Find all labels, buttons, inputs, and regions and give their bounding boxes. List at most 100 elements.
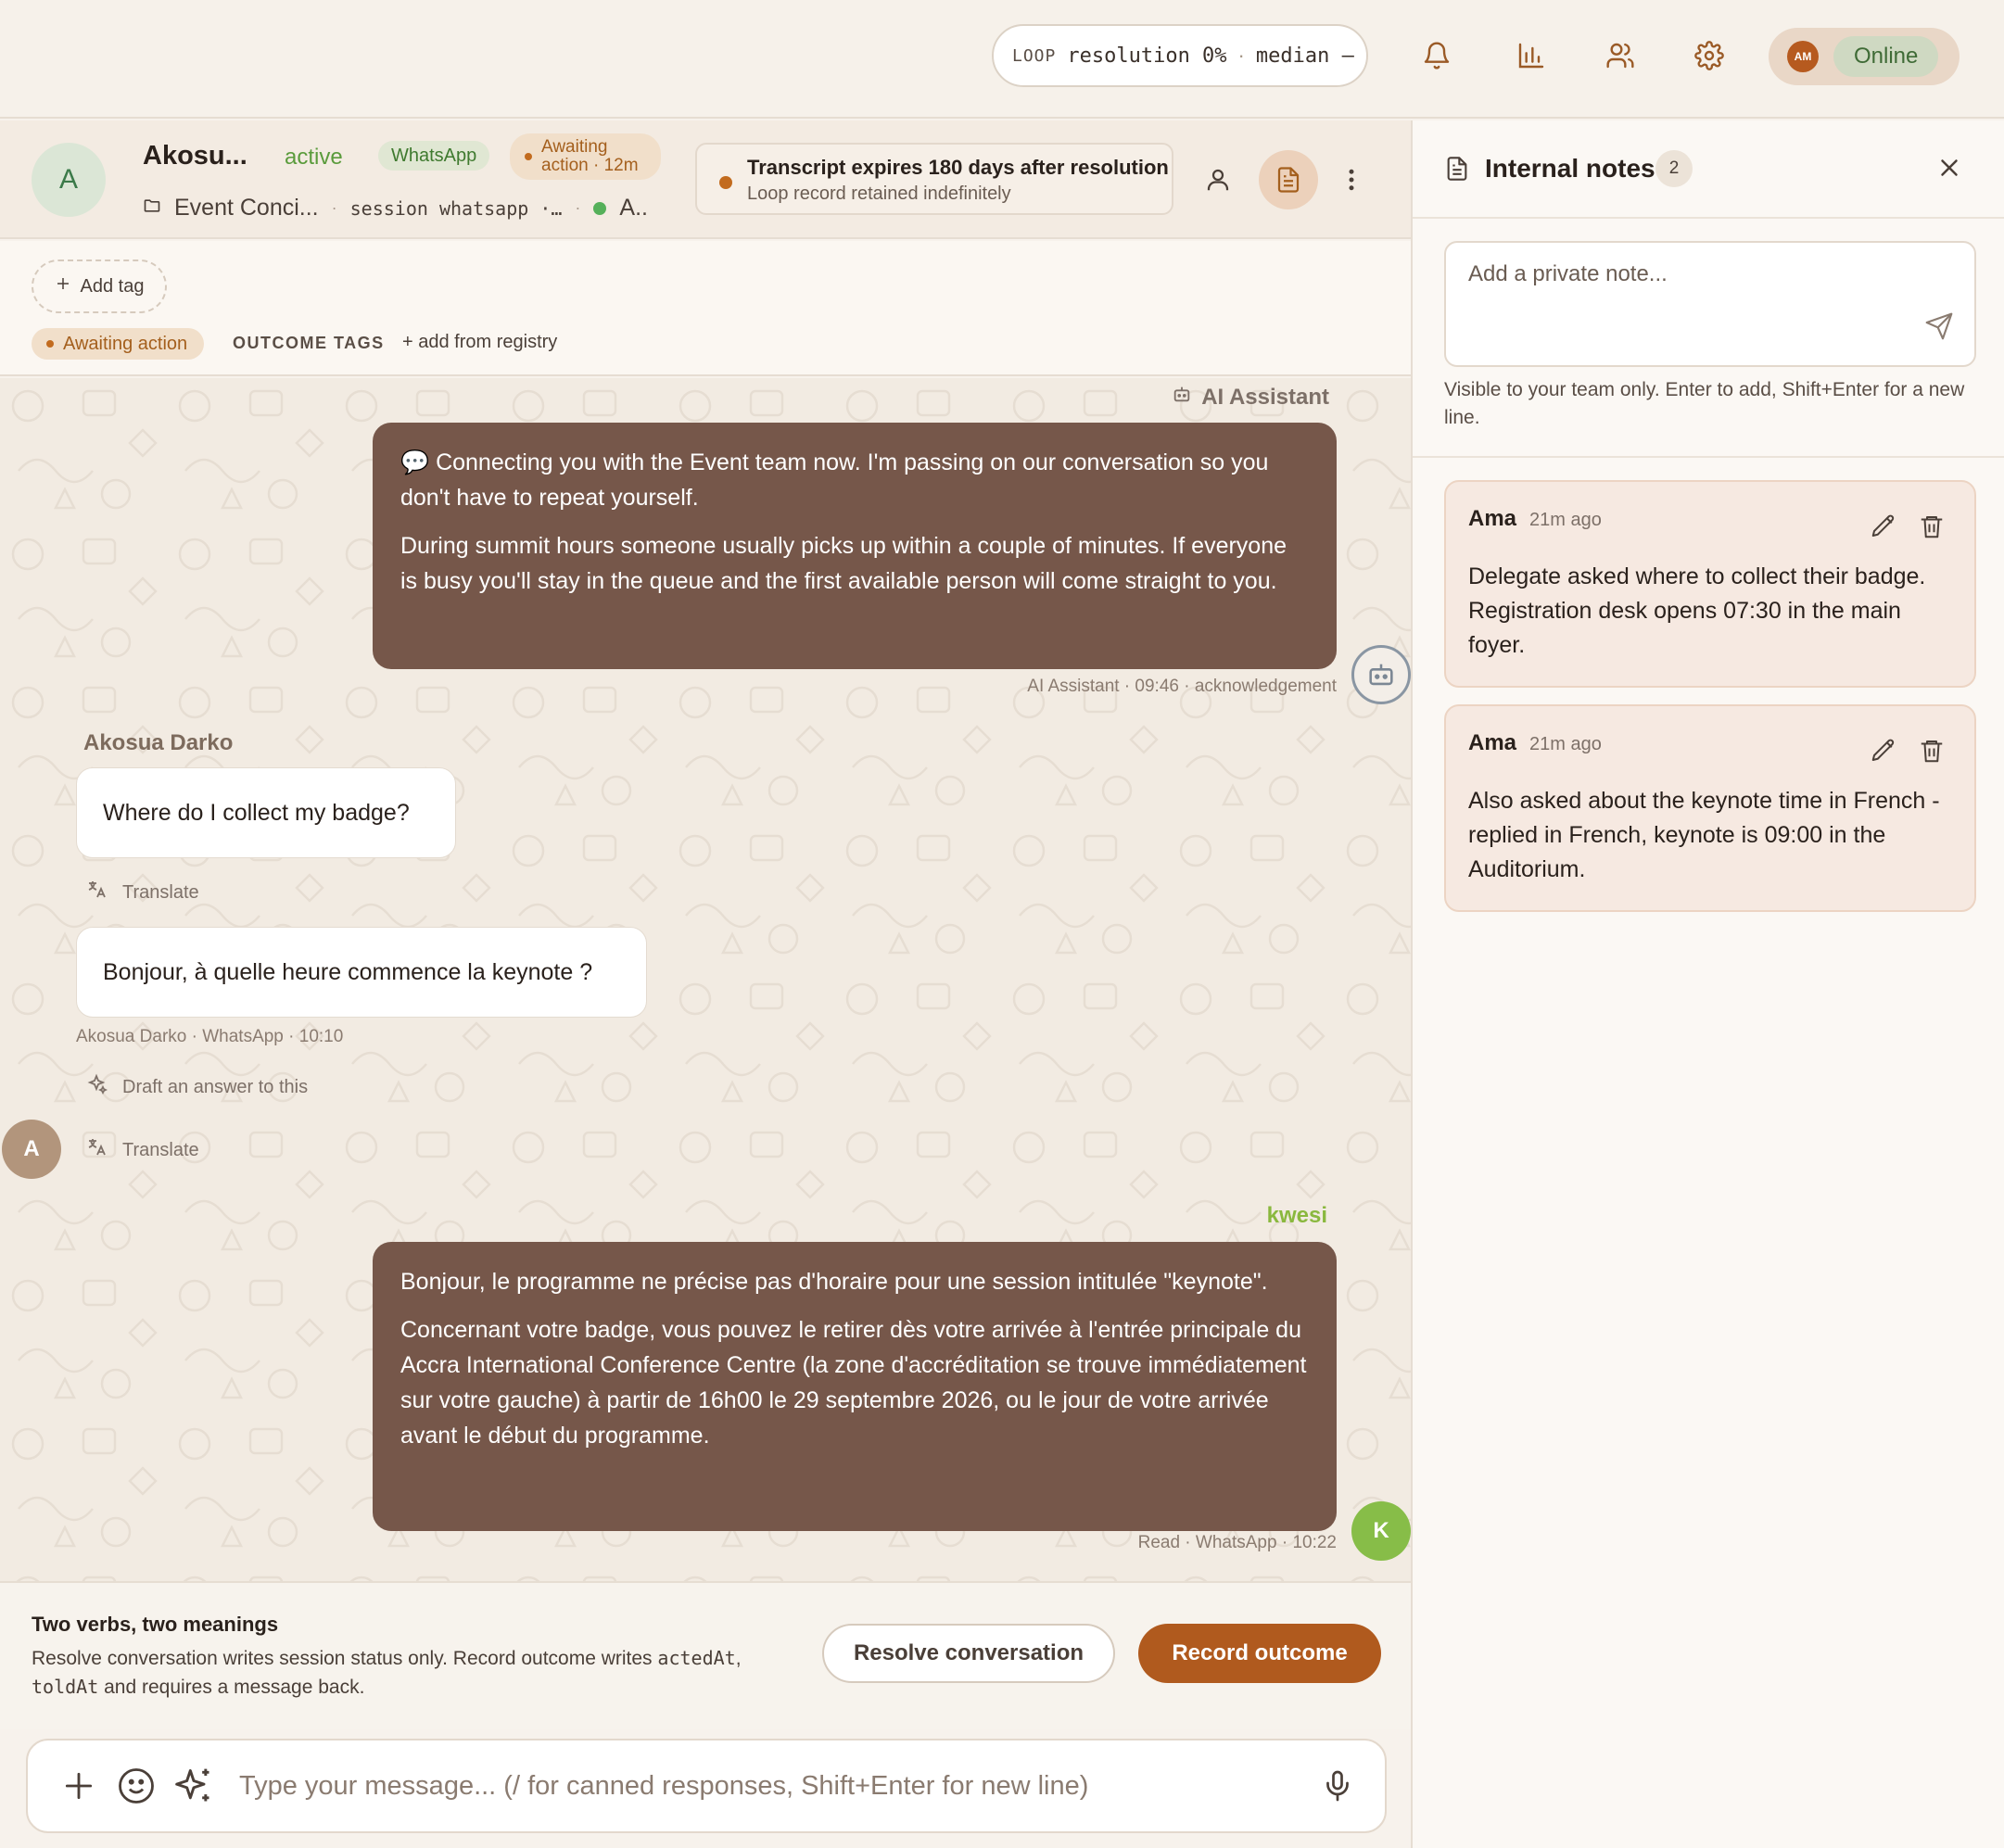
session-id: session whatsapp ·… — [349, 196, 563, 220]
customer-avatar: A — [2, 1120, 61, 1179]
code-told-at: toldAt — [32, 1676, 99, 1698]
note-time: 21m ago — [1529, 510, 1602, 530]
presence-toggle[interactable]: AM Online — [1769, 28, 1960, 85]
notes-panel-header: Internal notes 2 — [1413, 120, 2004, 219]
conversation-meta: Event Conci... · session whatsapp ·… · A… — [143, 195, 648, 222]
customer-message-meta: Akosua Darko · WhatsApp · 10:10 — [76, 1027, 344, 1046]
plus-icon — [55, 275, 71, 297]
conversation-status: active — [285, 145, 343, 170]
user-avatar: AM — [1787, 41, 1819, 72]
contact-profile-icon[interactable] — [1192, 154, 1244, 206]
add-tag-button[interactable]: Add tag — [32, 259, 167, 313]
note-card: Ama 21m ago Also asked about the keynote… — [1444, 704, 1976, 912]
add-from-registry-link[interactable]: + add from registry — [402, 332, 557, 353]
translate-button[interactable]: Translate — [85, 879, 199, 906]
ai-message-bubble[interactable]: 💬 Connecting you with the Event team now… — [373, 423, 1337, 669]
verbs-title: Two verbs, two meanings — [32, 1613, 279, 1636]
agent-message-para-2: Concernant votre badge, vous pouvez le r… — [400, 1317, 1307, 1449]
separator: · — [575, 198, 581, 217]
loop-resolution: resolution 0% — [1067, 44, 1227, 68]
loop-stats-pill[interactable]: LOOP resolution 0% · median — — [992, 24, 1368, 87]
separator: · — [331, 198, 337, 217]
agent-message-meta: Read · WhatsApp · 10:22 — [1137, 1533, 1337, 1552]
translate-label: Translate — [122, 881, 199, 903]
send-icon[interactable] — [1924, 311, 1954, 346]
verbs-desc-part-1: Resolve conversation writes session stat… — [32, 1648, 653, 1669]
message-input[interactable] — [222, 1770, 1309, 1802]
notes-hint: Visible to your team only. Enter to add,… — [1444, 379, 1965, 428]
internal-notes-panel: Internal notes 2 Visible to your team on… — [1411, 120, 2004, 1848]
online-dot — [593, 201, 607, 215]
robot-avatar-icon — [1351, 645, 1411, 704]
microphone-icon[interactable] — [1309, 1757, 1366, 1815]
channel-badge: WhatsApp — [378, 141, 490, 171]
translate-button[interactable]: Translate — [85, 1136, 199, 1164]
private-note-input[interactable] — [1468, 261, 1904, 287]
notes-toggle-icon[interactable] — [1259, 150, 1318, 209]
comma: , — [735, 1648, 742, 1669]
note-body: Delegate asked where to collect their ba… — [1468, 563, 1926, 658]
transcript-retention-notice: Transcript expires 180 days after resolu… — [695, 143, 1173, 215]
more-options-icon[interactable] — [1325, 154, 1377, 206]
note-input-container — [1444, 241, 1976, 367]
top-bar: LOOP resolution 0% · median — AM Online — [0, 0, 2004, 119]
outcome-tags-label: OUTCOME TAGS — [233, 334, 385, 352]
assignee-name: A.. — [619, 195, 648, 221]
code-acted-at: actedAt — [657, 1647, 736, 1669]
awaiting-action-tag[interactable]: Awaiting action — [32, 328, 205, 360]
emoji-icon[interactable] — [108, 1757, 165, 1815]
awaiting-action-label: Awaiting action — [63, 333, 188, 354]
tag-dot — [46, 340, 54, 348]
translate-icon — [85, 879, 108, 906]
loop-median: median — — [1255, 44, 1354, 68]
sparkle-icon — [85, 1073, 108, 1101]
agent-sender-label: kwesi — [1266, 1203, 1327, 1228]
edit-pencil-icon[interactable] — [1865, 732, 1902, 769]
awaiting-line-2: action · 12m — [541, 156, 639, 175]
inbox-name[interactable]: Event Conci... — [174, 195, 319, 222]
ai-message-meta: AI Assistant · 09:46 · acknowledgement — [1027, 677, 1337, 696]
conversation-header: A Akosu... active WhatsApp Awaiting actio… — [0, 120, 1411, 239]
loop-separator: · — [1237, 44, 1245, 67]
add-tag-label: Add tag — [80, 275, 145, 297]
gear-icon[interactable] — [1687, 33, 1731, 78]
robot-icon — [1172, 384, 1192, 411]
resolution-actions: Two verbs, two meanings Resolve conversa… — [0, 1581, 1411, 1729]
contact-name[interactable]: Akosu... — [143, 141, 247, 171]
note-body: Also asked about the keynote time in Fre… — [1468, 788, 1940, 882]
trash-icon[interactable] — [1913, 732, 1950, 769]
retention-dot — [719, 176, 732, 189]
close-icon[interactable] — [1935, 154, 1963, 186]
resolve-conversation-button[interactable]: Resolve conversation — [822, 1624, 1115, 1683]
ai-sender-name: AI Assistant — [1201, 384, 1329, 410]
composer-area — [0, 1729, 1411, 1848]
agent-avatar: K — [1351, 1501, 1411, 1561]
customer-message-bubble[interactable]: Bonjour, à quelle heure commence la keyn… — [76, 927, 647, 1018]
team-icon[interactable] — [1598, 33, 1643, 78]
attach-plus-icon[interactable] — [50, 1757, 108, 1815]
bell-icon[interactable] — [1414, 33, 1459, 78]
awaiting-badge: Awaiting action · 12m — [510, 133, 661, 180]
draft-answer-label: Draft an answer to this — [122, 1076, 309, 1097]
ai-message-para-1: 💬 Connecting you with the Event team now… — [400, 449, 1269, 511]
trash-icon[interactable] — [1913, 508, 1950, 545]
ai-sparkle-icon[interactable] — [165, 1757, 222, 1815]
status-dot — [525, 153, 532, 160]
transcript-expiry: Transcript expires 180 days after resolu… — [747, 156, 1169, 179]
status-badge: Online — [1833, 36, 1939, 77]
verbs-description: Resolve conversation writes session stat… — [32, 1644, 810, 1702]
chat-thread[interactable]: AI Assistant 💬 Connecting you with the E… — [0, 378, 1411, 1581]
notes-count-badge: 2 — [1655, 150, 1693, 187]
notes-document-icon — [1444, 156, 1470, 186]
analytics-icon[interactable] — [1509, 33, 1554, 78]
ai-message-para-2: During summit hours someone usually pick… — [400, 533, 1287, 594]
edit-pencil-icon[interactable] — [1865, 508, 1902, 545]
ai-sender-label: AI Assistant — [1172, 384, 1329, 411]
record-outcome-button[interactable]: Record outcome — [1138, 1624, 1381, 1683]
customer-message-bubble[interactable]: Where do I collect my badge? — [76, 767, 456, 858]
draft-answer-button[interactable]: Draft an answer to this — [85, 1073, 308, 1101]
agent-message-para-1: Bonjour, le programme ne précise pas d'h… — [400, 1269, 1268, 1295]
contact-avatar: A — [32, 143, 106, 217]
agent-message-bubble[interactable]: Bonjour, le programme ne précise pas d'h… — [373, 1242, 1337, 1531]
tags-bar: Add tag Awaiting action OUTCOME TAGS + a… — [0, 241, 1411, 376]
